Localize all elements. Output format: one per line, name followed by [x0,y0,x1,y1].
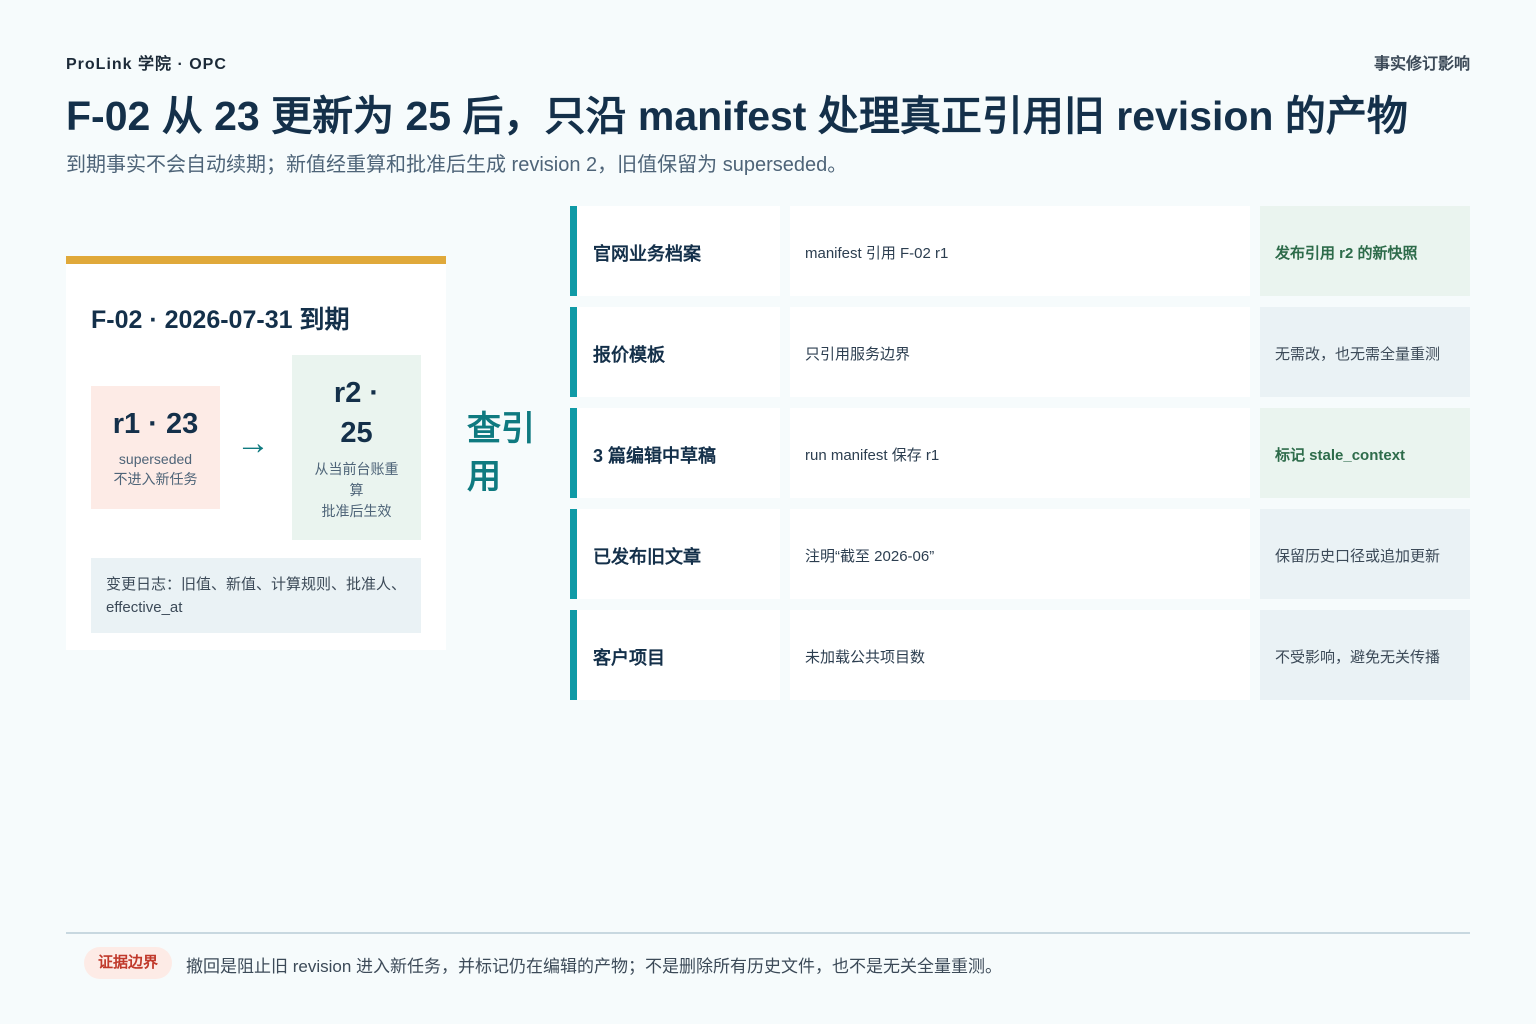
new-revision-box: r2 · 25 从当前台账重 算 批准后生效 [292,355,421,540]
action-cell: 无需改，也无需全量重测 [1260,307,1470,397]
new-revision-label: r2 · [333,377,380,409]
footer-note: 撤回是阻止旧 revision 进入新任务，并标记仍在编辑的产物；不是删除所有历… [186,957,1003,976]
impact-row: 3 篇编辑中草稿 run manifest 保存 r1 标记 stale_con… [570,408,1470,498]
artifact-cell: 客户项目 [570,610,780,700]
new-revision-note: 算 [349,482,364,498]
lookup-label-line: 查引 [467,410,535,448]
artifact-cell: 3 篇编辑中草稿 [570,408,780,498]
action-text: 标记 stale_context [1275,447,1406,464]
page-title: F-02 从 23 更新为 25 后，只沿 manifest 处理真正引用旧 r… [66,93,1408,139]
old-revision-box: r1 · 23 superseded 不进入新任务 [91,386,220,509]
reference-text: 注明“截至 2026-06” [805,548,935,565]
reference-text: 未加载公共项目数 [805,649,926,666]
old-revision-label: r1 · 23 [112,408,199,440]
impact-row: 官网业务档案 manifest 引用 F-02 r1 发布引用 r2 的新快照 [570,206,1470,296]
reference-cell: run manifest 保存 r1 [790,408,1250,498]
evidence-boundary-badge: 证据边界 [84,947,172,979]
artifact-name: 报价模板 [593,345,665,365]
changelog-note: 变更日志：旧值、新值、计算规则、批准人、effective_at [91,558,421,633]
action-cell: 标记 stale_context [1260,408,1470,498]
page-subtitle: 到期事实不会自动续期；新值经重算和批准后生成 revision 2，旧值保留为 … [66,154,848,176]
action-text: 无需改，也无需全量重测 [1275,346,1441,363]
reference-cell: 注明“截至 2026-06” [790,509,1250,599]
reference-cell: 只引用服务边界 [790,307,1250,397]
action-cell: 发布引用 r2 的新快照 [1260,206,1470,296]
footer-divider [66,932,1470,934]
old-revision-status: superseded [118,451,193,467]
arrow-right-icon: → [236,424,270,462]
fact-card-title: F-02 · 2026-07-31 到期 [91,306,350,334]
lookup-label-line: 用 [467,458,501,496]
artifact-cell: 官网业务档案 [570,206,780,296]
reference-cell: manifest 引用 F-02 r1 [790,206,1250,296]
action-cell: 不受影响，避免无关传播 [1260,610,1470,700]
action-text: 保留历史口径或追加更新 [1275,548,1441,565]
impact-row: 报价模板 只引用服务边界 无需改，也无需全量重测 [570,307,1470,397]
artifact-name: 3 篇编辑中草稿 [593,446,717,466]
old-revision-note: 不进入新任务 [113,471,198,487]
fact-card: F-02 · 2026-07-31 到期 r1 · 23 superseded … [66,256,446,650]
impact-row: 已发布旧文章 注明“截至 2026-06” 保留历史口径或追加更新 [570,509,1470,599]
action-text: 不受影响，避免无关传播 [1275,649,1441,666]
artifact-cell: 已发布旧文章 [570,509,780,599]
new-revision-note: 从当前台账重 [314,461,399,477]
brand-label: ProLink 学院 · OPC [66,56,227,73]
reference-text: 只引用服务边界 [805,346,911,363]
topic-label: 事实修订影响 [1373,56,1470,73]
artifact-cell: 报价模板 [570,307,780,397]
new-revision-note: 批准后生效 [321,503,392,519]
reference-cell: 未加载公共项目数 [790,610,1250,700]
lookup-reference-label: 查引 用 [467,405,547,501]
action-cell: 保留历史口径或追加更新 [1260,509,1470,599]
artifact-name: 客户项目 [593,648,665,668]
reference-text: manifest 引用 F-02 r1 [805,245,949,262]
artifact-name: 已发布旧文章 [593,547,701,567]
impact-row: 客户项目 未加载公共项目数 不受影响，避免无关传播 [570,610,1470,700]
artifact-name: 官网业务档案 [593,244,701,264]
reference-text: run manifest 保存 r1 [805,447,940,464]
action-text: 发布引用 r2 的新快照 [1275,245,1418,262]
new-revision-value: 25 [340,417,373,449]
